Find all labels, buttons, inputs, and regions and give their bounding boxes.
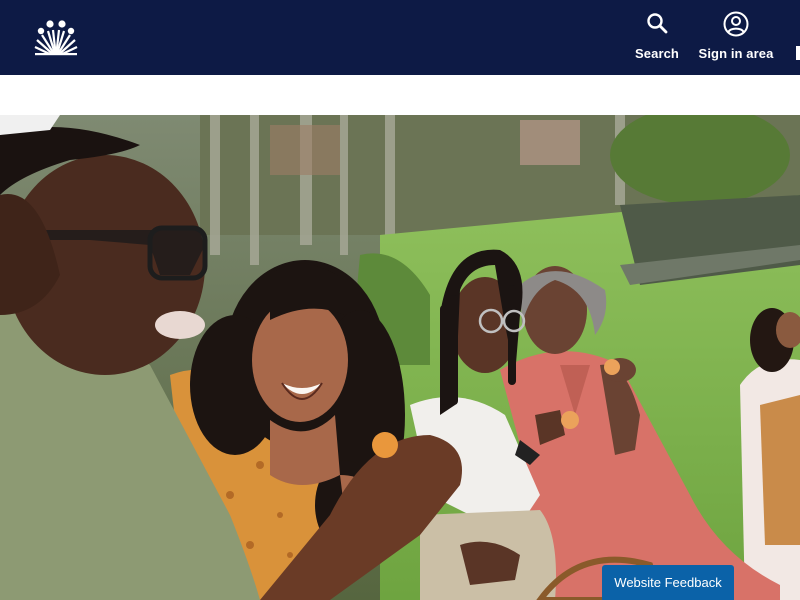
kaiser-permanente-logo[interactable] (34, 17, 78, 59)
search-label: Search (635, 46, 679, 61)
search-icon (646, 12, 668, 34)
sign-in-label: Sign in area (698, 46, 774, 61)
user-circle-icon (723, 11, 749, 37)
website-feedback-button[interactable]: Website Feedback (602, 565, 734, 600)
sign-in-button[interactable]: Sign in area (698, 0, 774, 75)
search-button[interactable]: Search (630, 0, 684, 75)
site-header: Search Sign in area (0, 0, 800, 75)
nav-overflow-item[interactable] (796, 46, 800, 60)
hero-image (0, 115, 800, 600)
spacer-band (0, 75, 800, 115)
